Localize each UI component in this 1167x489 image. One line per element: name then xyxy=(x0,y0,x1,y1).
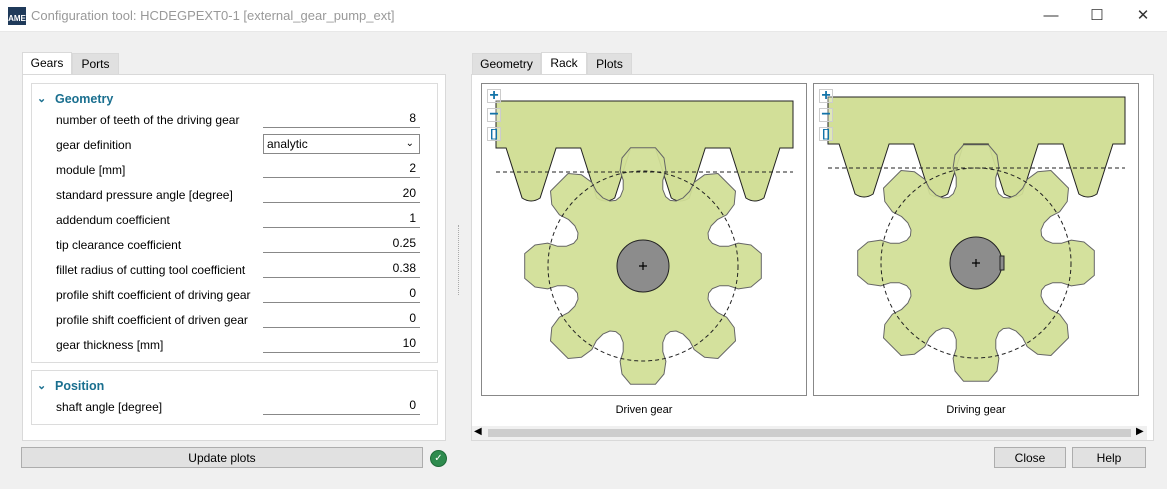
param-label: gear definition xyxy=(56,138,132,152)
param-field[interactable]: 1 xyxy=(263,210,420,228)
title-bar: AME Configuration tool: HCDEGPEXT0-1 [ex… xyxy=(0,0,1167,32)
param-field[interactable]: 10 xyxy=(263,335,420,353)
tab-geometry[interactable]: Geometry xyxy=(472,53,541,75)
param-field[interactable]: 20 xyxy=(263,185,420,203)
driving-gear-view[interactable]: + − [] xyxy=(813,83,1139,396)
chevron-down-icon[interactable]: ⌄ xyxy=(37,92,46,105)
keyway xyxy=(999,255,1005,271)
param-field[interactable]: 0.25 xyxy=(263,235,420,253)
param-label: profile shift coefficient of driving gea… xyxy=(56,288,251,302)
fit-view-icon[interactable]: [] xyxy=(487,127,501,141)
driven-gear-drawing xyxy=(495,100,794,385)
zoom-in-icon[interactable]: + xyxy=(819,88,833,104)
tab-rack[interactable]: Rack xyxy=(541,52,587,75)
param-field[interactable]: 0.38 xyxy=(263,260,420,278)
close-window-button[interactable]: ✕ xyxy=(1120,0,1166,32)
tab-ports[interactable]: Ports xyxy=(72,53,119,75)
param-field[interactable]: 0 xyxy=(263,285,420,303)
param-field[interactable]: 0 xyxy=(263,310,420,328)
select-value: analytic xyxy=(267,137,308,151)
scroll-left-icon[interactable]: ◀ xyxy=(474,426,482,437)
update-plots-button[interactable]: Update plots xyxy=(21,447,423,468)
param-label: gear thickness [mm] xyxy=(56,338,164,352)
check-circle-icon: ✓ xyxy=(430,450,447,467)
shaft-angle-label: shaft angle [degree] xyxy=(56,400,163,414)
param-label: fillet radius of cutting tool coefficien… xyxy=(56,263,246,277)
param-label: addendum coefficient xyxy=(56,213,170,227)
position-heading[interactable]: Position xyxy=(55,379,104,393)
zoom-out-icon[interactable]: − xyxy=(819,107,833,123)
shaft-angle-field[interactable]: 0 xyxy=(263,397,420,415)
param-label: number of teeth of the driving gear xyxy=(56,113,240,127)
chevron-down-icon[interactable]: ⌄ xyxy=(37,379,46,392)
driven-gear-view[interactable]: + − [] xyxy=(481,83,807,396)
fit-view-icon[interactable]: [] xyxy=(819,127,833,141)
param-field[interactable]: 8 xyxy=(263,110,420,128)
scrollbar-thumb[interactable] xyxy=(488,429,1131,437)
param-label: module [mm] xyxy=(56,163,126,177)
driving-gear-caption: Driving gear xyxy=(946,404,1006,416)
app-logo: AME xyxy=(8,7,26,25)
horizontal-scrollbar[interactable]: ◀ ▶ xyxy=(472,426,1147,440)
param-field[interactable]: 2 xyxy=(263,160,420,178)
geometry-heading[interactable]: Geometry xyxy=(55,92,113,106)
maximize-button[interactable]: ☐ xyxy=(1074,0,1120,32)
driven-gear-caption: Driven gear xyxy=(615,404,673,416)
gear-definition-select[interactable]: analytic ⌄ xyxy=(263,134,420,154)
zoom-in-icon[interactable]: + xyxy=(487,88,501,104)
window-title: Configuration tool: HCDEGPEXT0-1 [extern… xyxy=(31,8,395,23)
zoom-out-icon[interactable]: − xyxy=(487,107,501,123)
help-button[interactable]: Help xyxy=(1072,447,1146,468)
chevron-down-icon: ⌄ xyxy=(405,138,414,149)
param-label: standard pressure angle [degree] xyxy=(56,188,233,202)
tab-plots[interactable]: Plots xyxy=(587,53,632,75)
param-label: profile shift coefficient of driven gear xyxy=(56,313,248,327)
param-label: tip clearance coefficient xyxy=(56,238,182,252)
splitter-handle[interactable] xyxy=(458,225,460,295)
minimize-button[interactable]: — xyxy=(1028,0,1074,32)
driving-gear-drawing xyxy=(827,96,1126,382)
scroll-right-icon[interactable]: ▶ xyxy=(1136,426,1144,437)
close-button[interactable]: Close xyxy=(994,447,1066,468)
tab-gears[interactable]: Gears xyxy=(22,52,72,75)
